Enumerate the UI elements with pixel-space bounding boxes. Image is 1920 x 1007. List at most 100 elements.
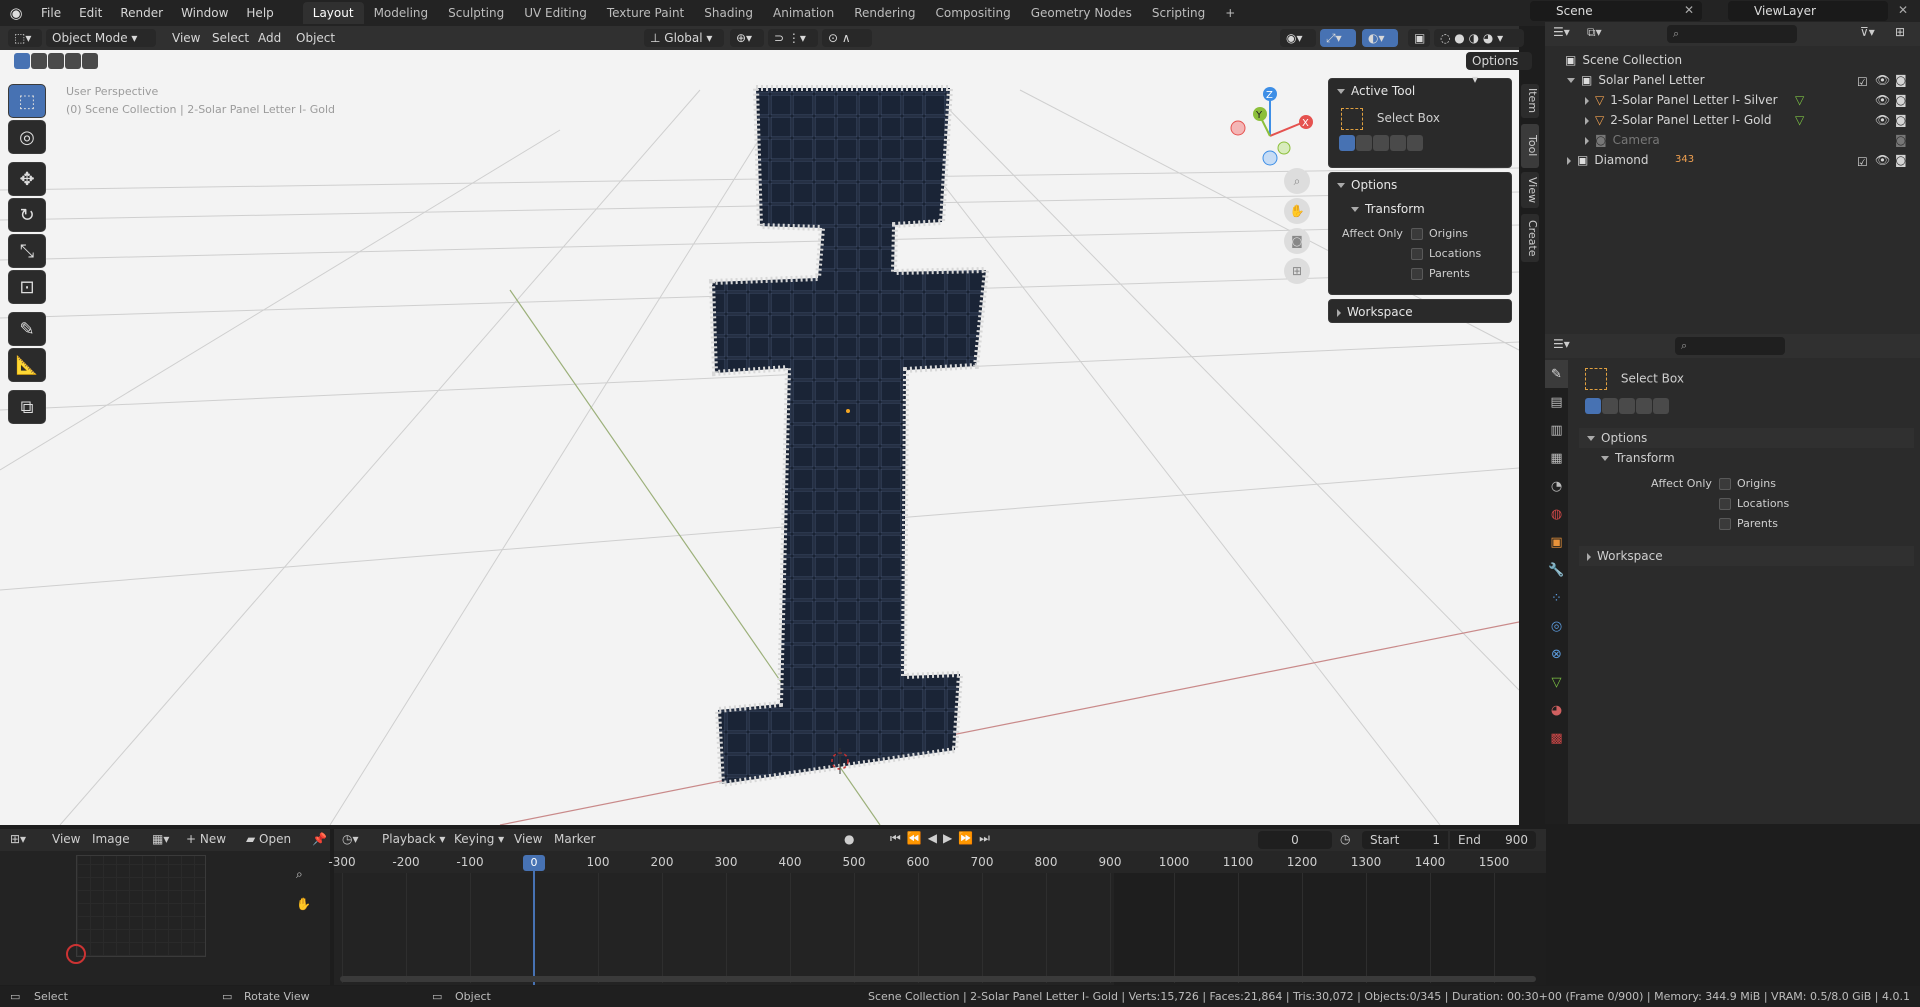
tab-texture-paint[interactable]: Texture Paint xyxy=(597,2,694,24)
transform-orientation-dropdown[interactable]: ⊥ Global ▾ xyxy=(644,29,724,47)
playback-controls[interactable]: ⏮⏪◀▶⏩⏭ xyxy=(890,831,996,846)
tab-scripting[interactable]: Scripting xyxy=(1142,2,1215,24)
outliner-row-camera[interactable]: ◙ Camera ◙ xyxy=(1545,130,1920,150)
tab-shading[interactable]: Shading xyxy=(694,2,763,24)
properties-search-input[interactable]: ⌕ xyxy=(1675,337,1785,355)
navigation-gizmo[interactable]: Z X Y xyxy=(1226,80,1316,180)
editor-type-icon[interactable]: ☰▾ xyxy=(1553,337,1570,351)
select-mode-row[interactable] xyxy=(1585,398,1670,414)
hand-icon[interactable]: ✋ xyxy=(1284,198,1310,224)
menu-add[interactable]: Add xyxy=(252,29,287,47)
eye-icon[interactable]: 👁 xyxy=(1875,110,1890,130)
zoom-icon[interactable]: ⌕ xyxy=(296,867,303,882)
parents-checkbox[interactable]: Parents xyxy=(1719,517,1778,530)
constraints-tab-icon[interactable]: ⊗ xyxy=(1545,640,1568,668)
timeline[interactable]: -300 -200 -100 100 200 300 400 500 600 700 800 900 1… xyxy=(328,851,1546,985)
select-extend-icon[interactable] xyxy=(31,53,47,69)
menu-select[interactable]: Select xyxy=(206,29,255,47)
clock-icon[interactable]: ◷ xyxy=(1340,832,1350,846)
options-header[interactable]: Options xyxy=(1579,428,1914,448)
view-layer-selector[interactable]: ViewLayer xyxy=(1728,1,1888,21)
editor-type-icon[interactable]: ⊞▾ xyxy=(10,832,26,846)
open-image-button[interactable]: ▰ Open xyxy=(246,832,291,846)
select-subtract-icon[interactable] xyxy=(48,53,64,69)
shading-mode-icons[interactable]: ◌ ● ◑ ◕ ▾ xyxy=(1434,29,1524,47)
add-workspace-button[interactable]: + xyxy=(1215,2,1245,24)
select-intersect-icon[interactable] xyxy=(82,53,98,69)
checkbox-icon[interactable]: ☑ xyxy=(1857,72,1868,92)
tab-uv-editing[interactable]: UV Editing xyxy=(514,2,597,24)
menu-view[interactable]: View xyxy=(166,29,206,47)
origins-checkbox[interactable]: Origins xyxy=(1411,227,1468,240)
close-icon[interactable]: ✕ xyxy=(1898,3,1908,17)
blender-logo-icon[interactable]: ◉ xyxy=(0,4,32,22)
close-icon[interactable]: ✕ xyxy=(1684,3,1694,17)
2d-cursor-icon[interactable] xyxy=(66,944,86,964)
gizmo-toggle-icon[interactable]: ⤢▾ xyxy=(1320,29,1356,47)
select-invert-icon[interactable] xyxy=(65,53,81,69)
locations-checkbox[interactable]: Locations xyxy=(1719,497,1789,510)
tab-rendering[interactable]: Rendering xyxy=(844,2,925,24)
camera-icon[interactable]: ◙ xyxy=(1895,150,1907,170)
editor-type-icon[interactable]: ⬚▾ xyxy=(8,29,42,47)
texture-tab-icon[interactable]: ▩ xyxy=(1545,724,1568,752)
end-frame-field[interactable]: End 900 xyxy=(1450,831,1536,849)
pin-icon[interactable]: 📌 xyxy=(312,832,327,846)
xray-icon[interactable]: ▣ xyxy=(1408,29,1430,47)
select-box-icon[interactable]: ⬚ xyxy=(8,84,46,118)
camera-icon[interactable]: ◙ xyxy=(1284,228,1310,254)
display-mode-icon[interactable]: ⧉▾ xyxy=(1587,25,1602,40)
scene-selector[interactable]: Scene xyxy=(1530,1,1702,21)
view-layer-tab-icon[interactable]: ▦ xyxy=(1545,444,1568,472)
scale-icon[interactable]: ⤡ xyxy=(8,234,46,268)
annotate-icon[interactable]: ✎ xyxy=(8,312,46,346)
menu-playback[interactable]: Playback ▾ xyxy=(382,832,445,846)
outliner-row-solar-panel-letter[interactable]: ▣ Solar Panel Letter ☑ 👁 ◙ xyxy=(1545,70,1920,90)
grid-icon[interactable]: ⊞ xyxy=(1284,258,1310,284)
image-browse-icon[interactable]: ▦▾ xyxy=(152,832,169,846)
select-mode-icons[interactable] xyxy=(14,53,99,69)
solar-panel-letter-i[interactable] xyxy=(708,85,990,788)
menu-marker[interactable]: Marker xyxy=(554,832,595,846)
menu-view[interactable]: View xyxy=(52,832,80,846)
tab-sculpting[interactable]: Sculpting xyxy=(438,2,514,24)
menu-help[interactable]: Help xyxy=(237,0,282,26)
outliner-row-silver[interactable]: ▽ 1-Solar Panel Letter I- Silver ▽ 👁 ◙ xyxy=(1545,90,1920,110)
render-tab-icon[interactable]: ▤ xyxy=(1545,388,1568,416)
playhead-label[interactable]: 0 xyxy=(523,855,545,871)
options-dropdown[interactable]: Options ▾ xyxy=(1466,52,1532,86)
locations-checkbox[interactable]: Locations xyxy=(1411,247,1481,260)
filter-icon[interactable]: ⊽▾ xyxy=(1860,25,1875,39)
tab-geometry-nodes[interactable]: Geometry Nodes xyxy=(1021,2,1142,24)
new-collection-icon[interactable]: ⊞ xyxy=(1895,25,1905,39)
checkbox-icon[interactable]: ☑ xyxy=(1857,152,1868,172)
eye-icon[interactable]: 👁 xyxy=(1875,90,1890,110)
modifier-tab-icon[interactable]: 🔧 xyxy=(1545,556,1568,584)
transform-header[interactable]: Transform xyxy=(1329,197,1511,221)
hand-icon[interactable]: ✋ xyxy=(296,897,311,911)
camera-icon[interactable]: ◙ xyxy=(1895,110,1907,130)
select-new-icon[interactable] xyxy=(14,53,30,69)
camera-icon[interactable]: ◙ xyxy=(1895,130,1907,150)
eye-icon[interactable]: 👁 xyxy=(1875,150,1890,170)
data-tab-icon[interactable]: ▽ xyxy=(1545,668,1568,696)
select-mode-row[interactable] xyxy=(1329,129,1511,157)
outliner-search-input[interactable]: ⌕ xyxy=(1667,25,1797,43)
proportional-edit-icon[interactable]: ⊙ ∧ xyxy=(822,29,872,47)
menu-view[interactable]: View xyxy=(514,832,542,846)
menu-render[interactable]: Render xyxy=(111,0,172,26)
material-tab-icon[interactable]: ◕ xyxy=(1545,696,1568,724)
origins-checkbox[interactable]: Origins xyxy=(1719,477,1776,490)
record-icon[interactable]: ● xyxy=(844,832,854,846)
world-tab-icon[interactable]: ◍ xyxy=(1545,500,1568,528)
scene-tab-icon[interactable]: ◔ xyxy=(1545,472,1568,500)
camera-icon[interactable]: ◙ xyxy=(1895,70,1907,90)
side-tab-tool[interactable]: Tool xyxy=(1521,124,1539,168)
tab-layout[interactable]: Layout xyxy=(302,2,364,24)
workspace-panel[interactable]: Workspace xyxy=(1328,299,1512,323)
particles-tab-icon[interactable]: ⁘ xyxy=(1545,584,1568,612)
tool-tab-icon[interactable]: ✎ xyxy=(1545,360,1568,388)
measure-icon[interactable]: 📐 xyxy=(8,348,46,382)
menu-edit[interactable]: Edit xyxy=(70,0,111,26)
tab-compositing[interactable]: Compositing xyxy=(925,2,1020,24)
